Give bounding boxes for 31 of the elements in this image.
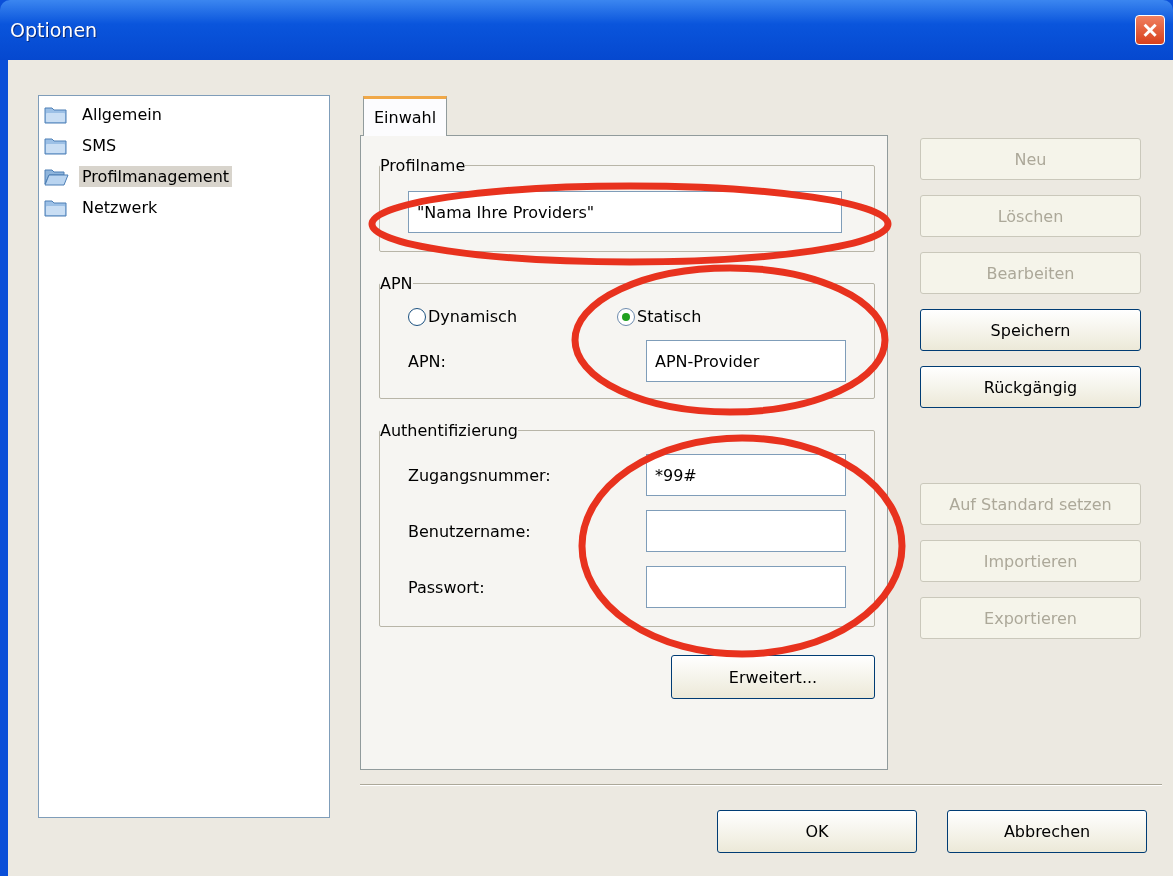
field-label: Benutzername: xyxy=(408,521,531,541)
input-field[interactable]: APN-Provider xyxy=(646,340,846,382)
group-title: Authentifizierung xyxy=(380,421,518,440)
dialog-button[interactable]: Abbrechen xyxy=(947,810,1147,853)
folder-icon xyxy=(43,135,69,156)
input-field[interactable] xyxy=(646,566,846,608)
radio-button[interactable] xyxy=(408,307,426,326)
field-label: Zugangsnummer: xyxy=(408,465,551,485)
sidebar-item[interactable]: Netzwerk xyxy=(79,197,161,218)
open-folder-icon xyxy=(43,166,69,187)
radio-label: Dynamisch xyxy=(428,307,518,326)
group-title: APN xyxy=(380,274,413,293)
folder-icon xyxy=(43,197,69,218)
group-title: Profilname xyxy=(380,156,466,175)
radio-label: Statisch xyxy=(637,307,702,326)
field-label: APN: xyxy=(408,351,446,371)
folder-icon xyxy=(43,104,69,125)
field-label: Passwort: xyxy=(408,577,485,597)
sidebar-item[interactable]: Profilmanagement xyxy=(79,166,233,187)
action-button[interactable]: Speichern xyxy=(920,309,1141,351)
input-field[interactable]: *99# xyxy=(646,454,846,496)
tab[interactable]: Einwahl xyxy=(363,96,448,136)
sidebar-item[interactable]: Allgemein xyxy=(79,104,165,125)
advanced-button[interactable]: Erweitert... xyxy=(671,655,875,699)
window-title: Optionen xyxy=(10,19,98,41)
input-field[interactable]: "Nama Ihre Providers" xyxy=(408,191,842,233)
radio-button[interactable] xyxy=(617,307,636,326)
input-field[interactable] xyxy=(646,510,846,552)
sidebar-item[interactable]: SMS xyxy=(79,135,120,156)
dialog-button[interactable]: OK xyxy=(717,810,917,853)
action-button[interactable]: Rückgängig xyxy=(920,366,1141,408)
